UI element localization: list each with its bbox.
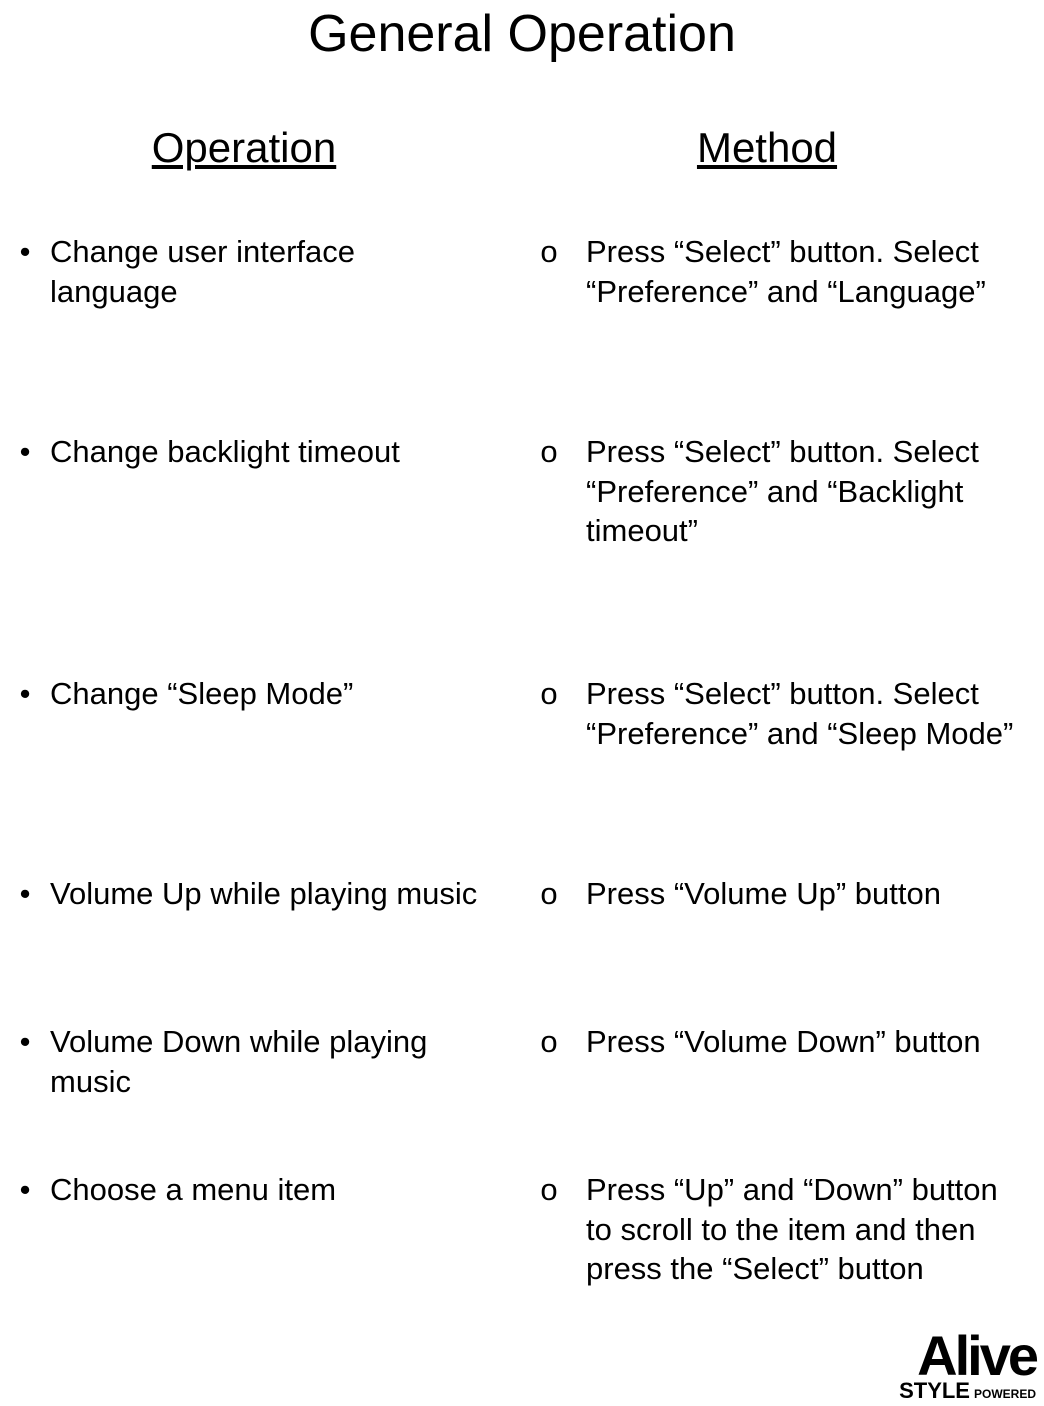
method-column: Method o Press “Select” button. Select “…: [512, 124, 1022, 1406]
list-item: o Press “Select” button. Select “Prefere…: [512, 674, 1022, 838]
list-item: o Press “Select” button. Select “Prefere…: [512, 432, 1022, 638]
bullet-icon: •: [0, 432, 50, 638]
list-item: • Change user interface language: [0, 232, 488, 396]
brand-logo: Alive STYLE POWERED: [899, 1331, 1036, 1401]
list-item: • Change backlight timeout: [0, 432, 488, 638]
method-text: Press “Select” button. Select “Preferenc…: [586, 674, 1022, 838]
operation-text: Change backlight timeout: [50, 432, 488, 638]
brand-style: STYLE: [899, 1381, 970, 1401]
list-item: o Press “Volume Up” button: [512, 874, 1022, 986]
list-item: o Press “Volume Down” button: [512, 1022, 1022, 1134]
bullet-icon: •: [0, 1170, 50, 1370]
brand-name: Alive: [899, 1331, 1036, 1381]
operation-header: Operation: [0, 124, 488, 172]
operation-text: Volume Down while playing music: [50, 1022, 488, 1134]
circle-bullet-icon: o: [512, 674, 586, 838]
brand-powered: POWERED: [974, 1389, 1036, 1400]
operation-text: Change user interface language: [50, 232, 488, 396]
method-text: Press “Select” button. Select “Preferenc…: [586, 232, 1022, 396]
list-item: • Choose a menu item: [0, 1170, 488, 1370]
bullet-icon: •: [0, 1022, 50, 1134]
method-text: Press “Volume Up” button: [586, 874, 1022, 986]
list-item: o Press “Select” button. Select “Prefere…: [512, 232, 1022, 396]
bullet-icon: •: [0, 874, 50, 986]
operation-text: Change “Sleep Mode”: [50, 674, 488, 838]
page-title: General Operation: [0, 4, 1044, 64]
circle-bullet-icon: o: [512, 874, 586, 986]
list-item: • Volume Up while playing music: [0, 874, 488, 986]
operation-column: Operation • Change user interface langua…: [0, 124, 488, 1406]
method-text: Press “Volume Down” button: [586, 1022, 1022, 1134]
method-text: Press “Select” button. Select “Preferenc…: [586, 432, 1022, 638]
bullet-icon: •: [0, 674, 50, 838]
operation-text: Choose a menu item: [50, 1170, 488, 1370]
list-item: • Volume Down while playing music: [0, 1022, 488, 1134]
columns-container: Operation • Change user interface langua…: [0, 124, 1044, 1406]
circle-bullet-icon: o: [512, 1170, 586, 1370]
bullet-icon: •: [0, 232, 50, 396]
list-item: • Change “Sleep Mode”: [0, 674, 488, 838]
circle-bullet-icon: o: [512, 432, 586, 638]
method-header: Method: [512, 124, 1022, 172]
circle-bullet-icon: o: [512, 232, 586, 396]
operation-text: Volume Up while playing music: [50, 874, 488, 986]
circle-bullet-icon: o: [512, 1022, 586, 1134]
